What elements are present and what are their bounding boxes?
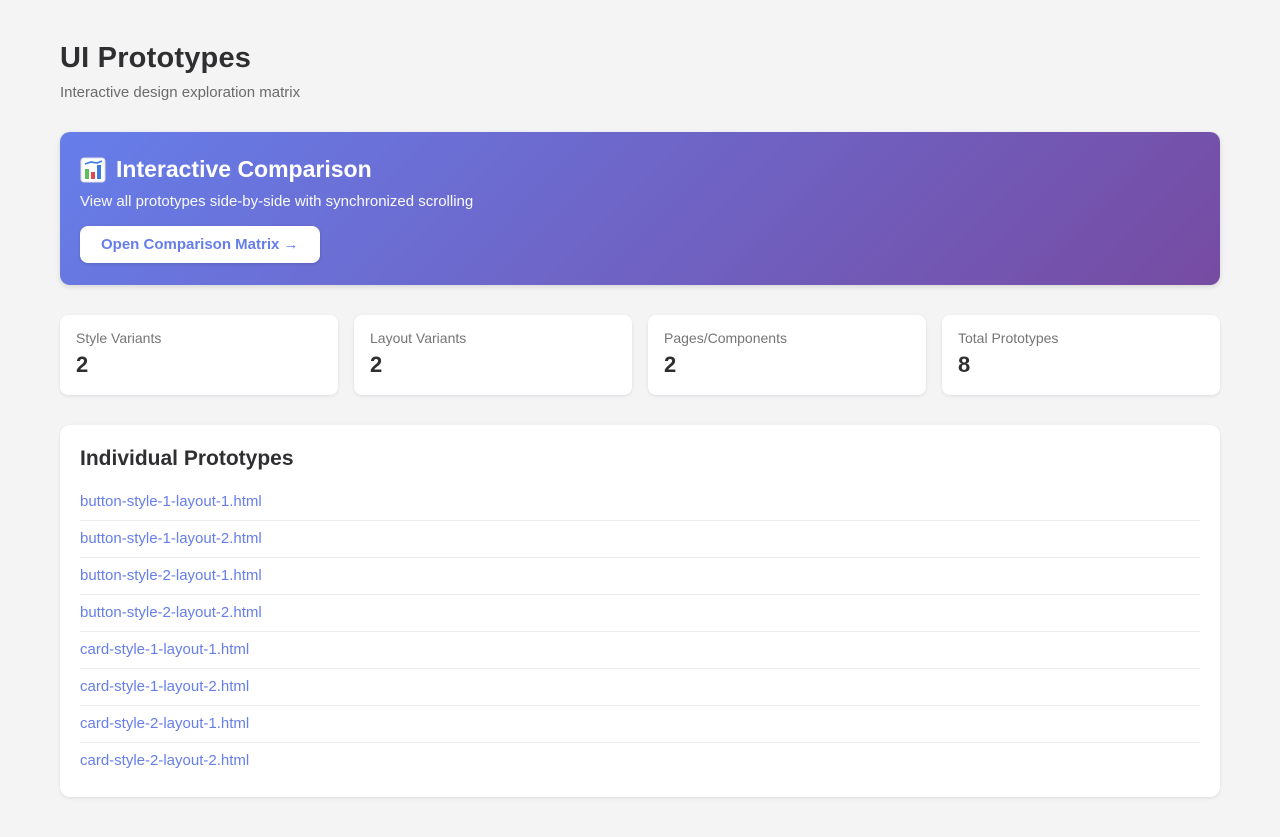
stats-row: Style Variants 2 Layout Variants 2 Pages…	[60, 315, 1220, 395]
stat-card-layout-variants: Layout Variants 2	[354, 315, 632, 395]
individual-prototypes-heading: Individual Prototypes	[80, 447, 1200, 471]
prototype-link-button-style-2-layout-1[interactable]: button-style-2-layout-1.html	[80, 558, 1200, 594]
list-item: card-style-1-layout-1.html	[80, 632, 1200, 669]
list-item: button-style-1-layout-1.html	[80, 484, 1200, 521]
prototype-link-card-style-1-layout-2[interactable]: card-style-1-layout-2.html	[80, 669, 1200, 705]
list-item: button-style-2-layout-1.html	[80, 558, 1200, 595]
open-comparison-matrix-button[interactable]: Open Comparison Matrix →	[80, 226, 320, 263]
page-title: UI Prototypes	[60, 42, 1220, 75]
stat-value: 2	[76, 352, 322, 378]
individual-prototypes-card: Individual Prototypes button-style-1-lay…	[60, 425, 1220, 797]
prototype-link-card-style-2-layout-1[interactable]: card-style-2-layout-1.html	[80, 706, 1200, 742]
list-item: button-style-2-layout-2.html	[80, 595, 1200, 632]
bar-chart-icon	[80, 157, 106, 183]
prototype-link-list: button-style-1-layout-1.html button-styl…	[80, 484, 1200, 779]
prototype-link-button-style-1-layout-1[interactable]: button-style-1-layout-1.html	[80, 484, 1200, 520]
list-item: card-style-1-layout-2.html	[80, 669, 1200, 706]
stat-label: Style Variants	[76, 330, 322, 346]
banner-description: View all prototypes side-by-side with sy…	[80, 193, 1200, 210]
stat-value: 8	[958, 352, 1204, 378]
stat-card-pages-components: Pages/Components 2	[648, 315, 926, 395]
prototype-link-card-style-1-layout-1[interactable]: card-style-1-layout-1.html	[80, 632, 1200, 668]
list-item: card-style-2-layout-1.html	[80, 706, 1200, 743]
stat-card-total-prototypes: Total Prototypes 8	[942, 315, 1220, 395]
banner-title: Interactive Comparison	[116, 156, 372, 183]
prototype-link-button-style-2-layout-2[interactable]: button-style-2-layout-2.html	[80, 595, 1200, 631]
stat-value: 2	[370, 352, 616, 378]
stat-value: 2	[664, 352, 910, 378]
stat-card-style-variants: Style Variants 2	[60, 315, 338, 395]
prototype-link-button-style-1-layout-2[interactable]: button-style-1-layout-2.html	[80, 521, 1200, 557]
stat-label: Layout Variants	[370, 330, 616, 346]
stat-label: Pages/Components	[664, 330, 910, 346]
banner-title-row: Interactive Comparison	[80, 156, 1200, 183]
page-container: UI Prototypes Interactive design explora…	[60, 0, 1220, 837]
stat-label: Total Prototypes	[958, 330, 1204, 346]
list-item: button-style-1-layout-2.html	[80, 521, 1200, 558]
page-subtitle: Interactive design exploration matrix	[60, 84, 1220, 101]
list-item: card-style-2-layout-2.html	[80, 743, 1200, 779]
prototype-link-card-style-2-layout-2[interactable]: card-style-2-layout-2.html	[80, 743, 1200, 779]
interactive-comparison-banner: Interactive Comparison View all prototyp…	[60, 132, 1220, 285]
